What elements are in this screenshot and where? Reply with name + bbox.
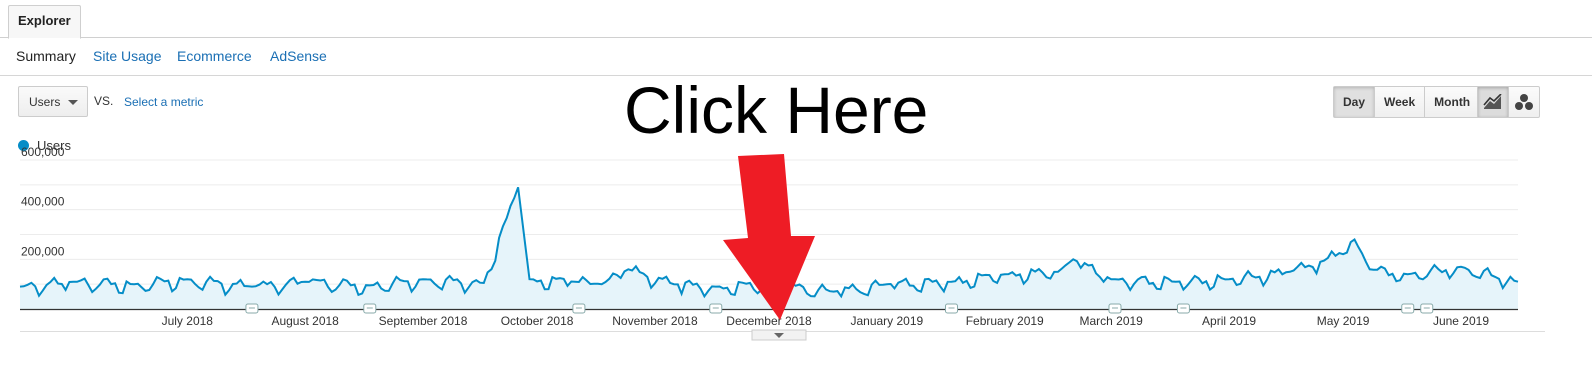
y-tick-label: 600,000 xyxy=(21,145,65,159)
x-tick-label: December 2018 xyxy=(726,314,812,328)
x-tick-label: June 2019 xyxy=(1433,314,1489,328)
x-tick-label: May 2019 xyxy=(1317,314,1370,328)
x-tick-label: October 2018 xyxy=(501,314,574,328)
x-tick-label: August 2018 xyxy=(271,314,339,328)
x-tick-label: November 2018 xyxy=(612,314,698,328)
chart-svg: 600,000 400,000 200,000 July 2018 August 201… xyxy=(19,145,1545,341)
click-here-overlay: Click Here xyxy=(624,73,929,147)
x-tick-label: January 2019 xyxy=(850,314,923,328)
x-tick-label: July 2018 xyxy=(162,314,214,328)
x-tick-label: February 2019 xyxy=(966,314,1044,328)
y-tick-label: 200,000 xyxy=(21,244,65,258)
x-tick-label: September 2018 xyxy=(379,314,468,328)
x-tick-label: March 2019 xyxy=(1079,314,1143,328)
y-tick-label: 400,000 xyxy=(21,195,65,209)
x-tick-label: April 2019 xyxy=(1202,314,1256,328)
